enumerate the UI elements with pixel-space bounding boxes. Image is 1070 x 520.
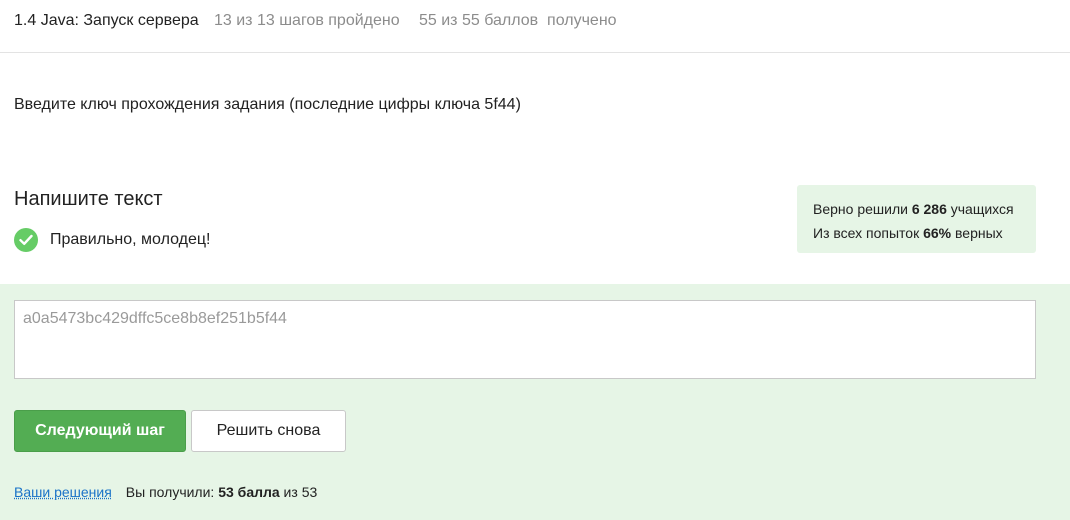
status-text: Правильно, молодец! [50, 231, 211, 248]
stats-attempts-suffix: верных [951, 225, 1003, 241]
score-progress: 55 из 55 баллов получено [419, 12, 617, 29]
answer-area: a0a5473bc429dffc5ce8b8ef251b5f44 Следующ… [0, 284, 1070, 520]
result-suffix: из 53 [279, 484, 318, 500]
lesson-title[interactable]: 1.4 Java: Запуск сервера [14, 12, 199, 30]
stats-solved-prefix: Верно решили [813, 201, 912, 217]
stats-panel: Верно решили 6 286 учащихся Из всех попы… [797, 185, 1036, 253]
your-solutions-link[interactable]: Ваши решения [14, 484, 112, 500]
stats-attempts-prefix: Из всех попыток [813, 225, 924, 241]
stats-solved-count: 6 286 [911, 201, 947, 217]
result-summary: Вы получили: 53 балла из 53 [126, 484, 317, 500]
result-points: 53 балла [218, 484, 280, 500]
stats-attempts-percent: 66% [923, 225, 952, 241]
result-prefix: Вы получили: [125, 484, 219, 500]
answer-input[interactable]: a0a5473bc429dffc5ce8b8ef251b5f44 [14, 300, 1036, 379]
retry-button[interactable]: Решить снова [191, 410, 346, 452]
stats-solved-suffix: учащихся [946, 201, 1014, 217]
next-step-button[interactable]: Следующий шаг [14, 410, 186, 452]
steps-progress: 13 из 13 шагов пройдено [214, 12, 400, 29]
check-circle-icon [14, 228, 38, 252]
result-footer: Ваши решения Вы получили: 53 балла из 53 [14, 484, 317, 500]
task-instruction: Введите ключ прохождения задания (послед… [14, 96, 521, 113]
section-title: Напишите текст [14, 188, 163, 210]
lesson-header: 1.4 Java: Запуск сервера 13 из 13 шагов … [0, 0, 1070, 53]
stats-solved-line: Верно решили 6 286 учащихся [813, 197, 1036, 221]
status-message: Правильно, молодец! [14, 228, 210, 252]
stats-attempts-line: Из всех попыток 66% верных [813, 221, 1036, 245]
